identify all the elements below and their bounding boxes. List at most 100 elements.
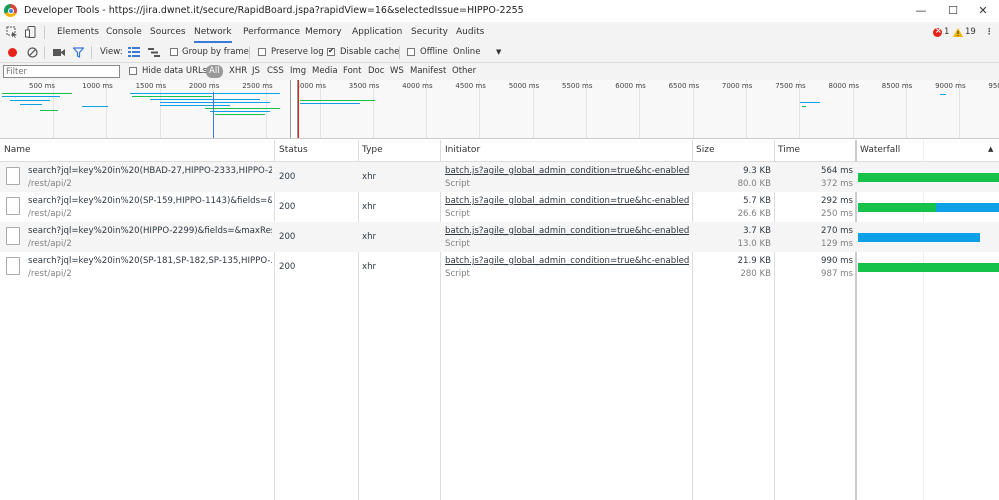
initiator-link[interactable]: batch.js?agile_global_admin_condition=tr…	[445, 196, 689, 206]
request-time: 990 ms	[821, 256, 853, 266]
filter-type-xhr[interactable]: XHR	[229, 63, 247, 80]
request-status: 200	[279, 232, 296, 242]
offline-checkbox[interactable]	[407, 48, 415, 56]
overview-tick-label: 4500 ms	[455, 82, 486, 90]
filter-type-all[interactable]: All	[206, 65, 223, 78]
column-size-header[interactable]: Size	[696, 145, 714, 155]
sort-ascending-icon[interactable]: ▲	[988, 145, 993, 153]
maximize-button[interactable]: ☐	[944, 3, 962, 19]
filter-type-doc[interactable]: Doc	[368, 63, 384, 80]
overview-timeline[interactable]: 500 ms 1000 ms 1500 ms 2000 ms 2500 ms 3000 m…	[0, 80, 999, 139]
filter-type-ws[interactable]: WS	[390, 63, 404, 80]
initiator-link[interactable]: batch.js?agile_global_admin_condition=tr…	[445, 256, 689, 266]
overview-icon[interactable]	[148, 47, 160, 57]
chrome-logo-icon	[4, 4, 17, 17]
request-name[interactable]: search?jql=key%20in%20(SP-181,SP-182,SP-…	[28, 256, 272, 266]
filter-type-manifest[interactable]: Manifest	[410, 63, 446, 80]
file-icon	[6, 197, 20, 215]
overview-tick-label: 2500 ms	[242, 82, 273, 90]
more-menu-icon[interactable]: ⋮	[985, 24, 994, 41]
waterfall-bar-waiting[interactable]	[858, 203, 936, 212]
tab-sources[interactable]: Sources	[150, 22, 186, 43]
file-icon	[6, 167, 20, 185]
throttle-select[interactable]: Online	[453, 44, 480, 61]
tab-performance[interactable]: Performance	[243, 22, 300, 43]
tab-audits[interactable]: Audits	[456, 22, 484, 43]
request-time: 292 ms	[821, 196, 853, 206]
request-latency: 372 ms	[821, 179, 853, 189]
filter-type-font[interactable]: Font	[343, 63, 362, 80]
column-name-header[interactable]: Name	[4, 145, 31, 155]
request-name[interactable]: search?jql=key%20in%20(HBAD-27,HIPPO-233…	[28, 166, 272, 176]
waterfall-bar-waiting[interactable]	[858, 263, 999, 272]
file-icon	[6, 227, 20, 245]
devtools-tabs: Elements Console Sources Network Perform…	[0, 22, 999, 44]
table-row[interactable]: search?jql=key%20in%20(SP-159,HIPPO-1143…	[0, 192, 999, 222]
request-time: 564 ms	[821, 166, 853, 176]
chevron-down-icon[interactable]: ▼	[496, 44, 501, 61]
waterfall-bar-download[interactable]	[858, 233, 980, 242]
overview-tick-label: 8000 ms	[828, 82, 860, 90]
hide-data-urls-checkbox[interactable]	[129, 67, 137, 75]
request-time: 270 ms	[821, 226, 853, 236]
tab-memory[interactable]: Memory	[305, 22, 342, 43]
filter-icon[interactable]	[73, 47, 84, 58]
content-size: 13.0 KB	[737, 239, 771, 249]
overview-tick-label: 3000 ms	[295, 82, 327, 90]
close-button[interactable]: ✕	[974, 3, 992, 19]
network-toolbar: View: Group by frame Preserve log Disabl…	[0, 43, 999, 63]
preserve-log-label: Preserve log	[271, 47, 324, 57]
tab-network[interactable]: Network	[194, 22, 232, 43]
table-row[interactable]: search?jql=key%20in%20(SP-181,SP-182,SP-…	[0, 252, 999, 282]
overview-tick-label: 9000 ms	[935, 82, 966, 90]
clear-icon[interactable]	[27, 47, 38, 58]
table-row[interactable]: search?jql=key%20in%20(HBAD-27,HIPPO-233…	[0, 162, 999, 192]
tab-elements[interactable]: Elements	[57, 22, 99, 43]
large-rows-icon[interactable]	[128, 47, 140, 57]
table-row[interactable]: search?jql=key%20in%20(HIPPO-2299)&field…	[0, 222, 999, 252]
group-by-frame-checkbox[interactable]	[170, 48, 178, 56]
inspect-element-icon[interactable]	[6, 26, 18, 38]
disable-cache-checkbox[interactable]	[327, 46, 335, 56]
filter-type-js[interactable]: JS	[252, 63, 260, 80]
transfer-size: 3.7 KB	[743, 226, 771, 236]
request-latency: 129 ms	[821, 239, 853, 249]
preserve-log-checkbox[interactable]	[258, 48, 266, 56]
waterfall-bar-download[interactable]	[936, 203, 999, 212]
error-count[interactable]: 1	[944, 24, 949, 41]
transfer-size: 5.7 KB	[743, 196, 771, 206]
minimize-button[interactable]: —	[912, 3, 930, 19]
tab-application[interactable]: Application	[352, 22, 402, 43]
tab-console[interactable]: Console	[106, 22, 142, 43]
column-status-header[interactable]: Status	[279, 145, 308, 155]
overview-tick-label: 8500 ms	[881, 82, 913, 90]
column-type-header[interactable]: Type	[362, 145, 383, 155]
column-initiator-header[interactable]: Initiator	[445, 145, 480, 155]
offline-label: Offline	[420, 47, 448, 57]
filter-type-css[interactable]: CSS	[267, 63, 284, 80]
filter-type-other[interactable]: Other	[452, 63, 476, 80]
initiator-type: Script	[445, 179, 470, 189]
overview-tick-label: 1500 ms	[135, 82, 167, 90]
record-button[interactable]	[8, 48, 17, 57]
column-waterfall-header[interactable]: Waterfall	[860, 145, 900, 155]
warning-count[interactable]: 19	[965, 24, 976, 41]
filter-input[interactable]	[3, 65, 120, 78]
request-name[interactable]: search?jql=key%20in%20(SP-159,HIPPO-1143…	[28, 196, 272, 206]
filter-type-img[interactable]: Img	[290, 63, 306, 80]
overview-tick-label: 500 ms	[29, 82, 56, 90]
overview-tick-label: 5000 ms	[508, 82, 540, 90]
waterfall-bar-waiting[interactable]	[858, 173, 999, 182]
filter-type-media[interactable]: Media	[312, 63, 338, 80]
initiator-link[interactable]: batch.js?agile_global_admin_condition=tr…	[445, 226, 689, 236]
tab-security[interactable]: Security	[411, 22, 448, 43]
device-toolbar-icon[interactable]	[25, 26, 37, 38]
transfer-size: 21.9 KB	[737, 256, 771, 266]
disable-cache-label: Disable cache	[340, 47, 400, 57]
overview-tick-label: 4000 ms	[402, 82, 433, 90]
initiator-link[interactable]: batch.js?agile_global_admin_condition=tr…	[445, 166, 689, 176]
capture-screenshots-icon[interactable]	[53, 48, 65, 57]
column-time-header[interactable]: Time	[778, 145, 800, 155]
request-latency: 250 ms	[821, 209, 853, 219]
request-name[interactable]: search?jql=key%20in%20(HIPPO-2299)&field…	[28, 226, 272, 236]
